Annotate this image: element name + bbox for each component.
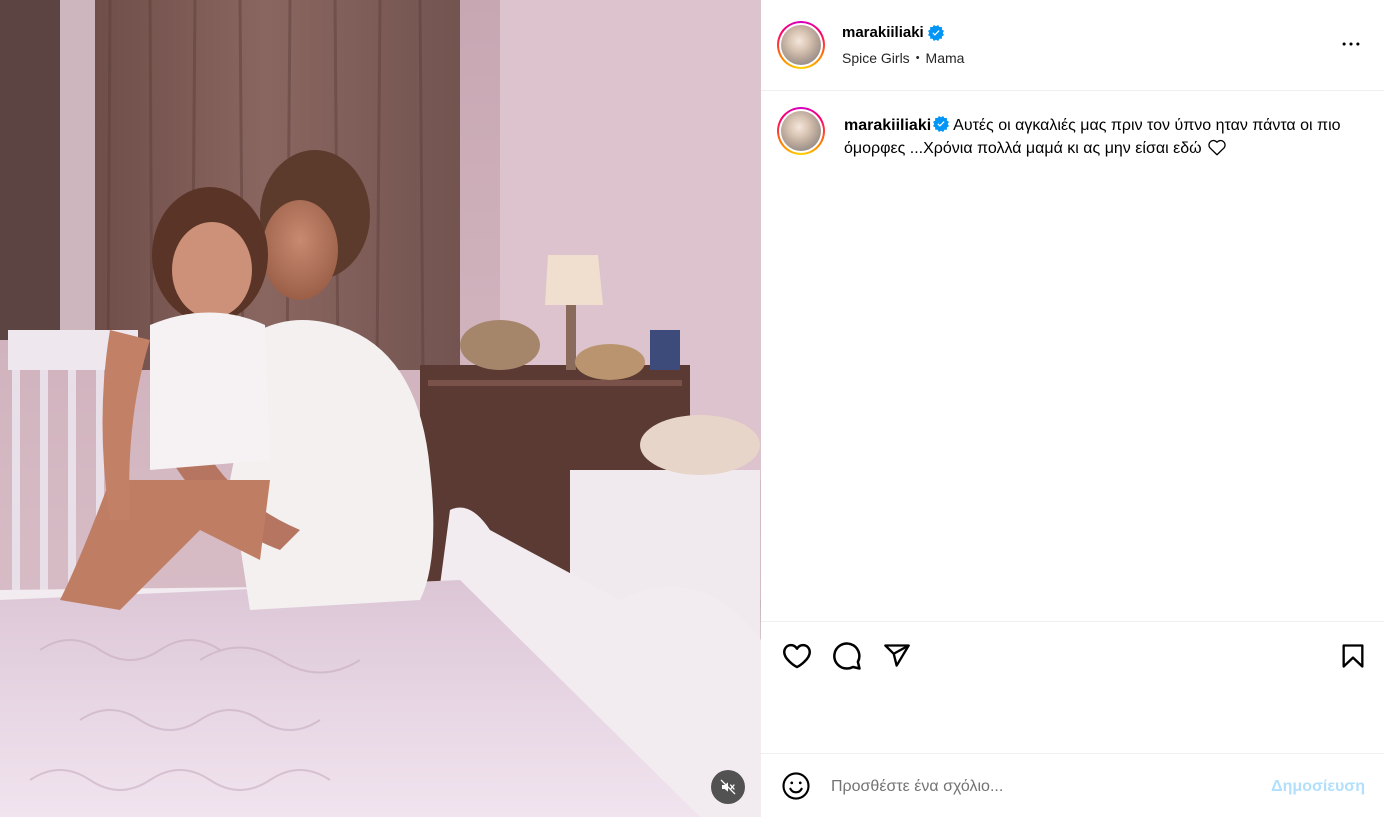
- comment-bar: Δημοσίευση: [761, 753, 1384, 817]
- save-button[interactable]: [1337, 640, 1369, 672]
- avatar[interactable]: [777, 21, 825, 69]
- more-options-button[interactable]: [1337, 30, 1365, 58]
- username-row: marakiiliaki: [842, 24, 944, 41]
- post-photo: [0, 0, 761, 817]
- caption-username-link[interactable]: marakiiliaki: [844, 117, 931, 134]
- share-icon: [884, 644, 910, 667]
- muted-speaker-icon: [720, 779, 736, 795]
- music-separator: •: [915, 52, 920, 64]
- share-button[interactable]: [881, 640, 913, 672]
- caption-avatar[interactable]: [777, 107, 825, 155]
- post-details-panel: marakiiliaki Spice Girls • Mama marakiil…: [761, 0, 1384, 817]
- like-button[interactable]: [781, 640, 813, 672]
- comment-input[interactable]: [831, 774, 1231, 800]
- music-info: Spice Girls • Mama: [842, 50, 964, 66]
- music-song-link[interactable]: Mama: [926, 50, 965, 66]
- music-artist-link[interactable]: Spice Girls: [842, 50, 910, 66]
- emoji-icon: [782, 772, 810, 800]
- comment-button[interactable]: [831, 640, 863, 672]
- heart-icon: [783, 643, 811, 669]
- post-header: marakiiliaki Spice Girls • Mama: [761, 0, 1384, 91]
- verified-badge-icon: [927, 24, 944, 41]
- comment-icon: [833, 642, 861, 670]
- bookmark-icon: [1342, 644, 1364, 668]
- post-media[interactable]: [0, 0, 761, 817]
- verified-badge-icon: [933, 116, 950, 132]
- emoji-button[interactable]: [781, 771, 811, 801]
- username-link[interactable]: marakiiliaki: [842, 24, 924, 41]
- more-options-icon: [1342, 42, 1360, 46]
- post-actions: [761, 621, 1384, 687]
- heart-outline-emoji-icon: [1207, 139, 1226, 156]
- mute-button[interactable]: [711, 770, 745, 804]
- caption-text: marakiiliaki Αυτές οι αγκαλιές μας πριν …: [844, 114, 1364, 160]
- post-comment-button[interactable]: Δημοσίευση: [1271, 778, 1365, 796]
